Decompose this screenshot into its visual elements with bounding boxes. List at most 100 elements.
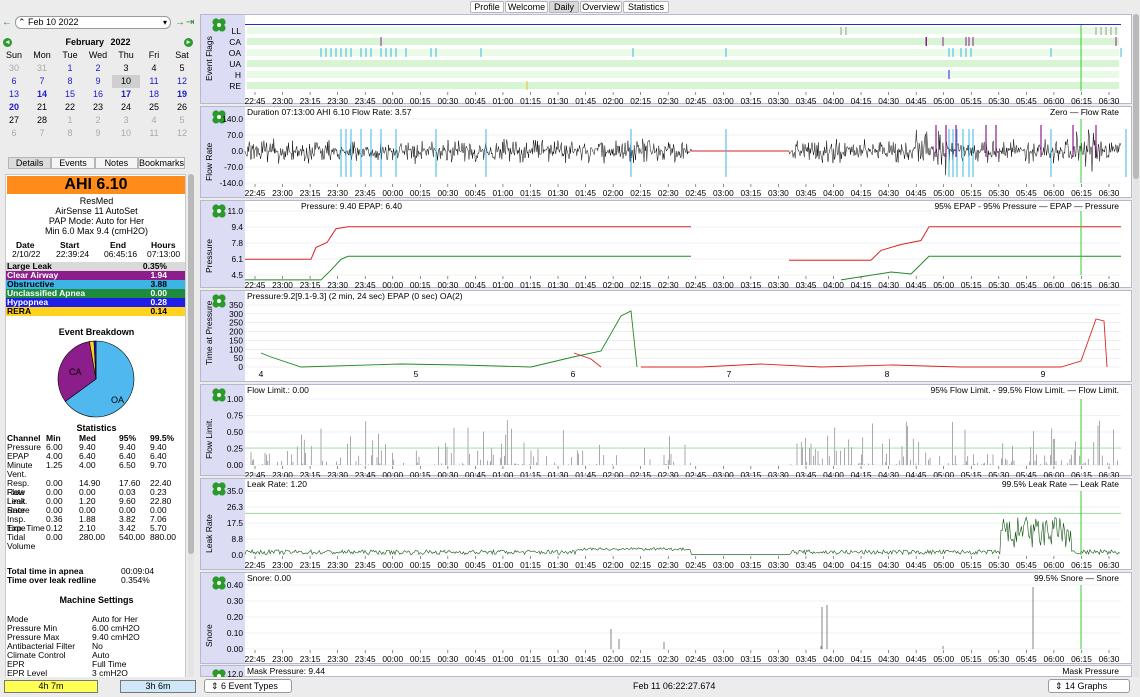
graph-scrollbar-thumb[interactable] — [1133, 14, 1139, 179]
time-tick-label: 04:15 — [851, 470, 872, 477]
calendar-day[interactable]: 15 — [56, 88, 84, 101]
time-tick-label: 05:45 — [1016, 96, 1037, 105]
y-tick-label: 7.8 — [231, 238, 243, 248]
time-tick-label: 03:00 — [713, 96, 734, 105]
calendar-day[interactable]: 3 — [112, 114, 140, 127]
calendar-day[interactable]: 17 — [112, 88, 140, 101]
graph-flags[interactable]: LL CA OA UA H RE 22:45 23:00 23:15 23:30 23:45 00:0… — [200, 14, 1132, 105]
graph-tap[interactable]: 350 300 250 200 150 100 50 0 4 5 6 7 8 9 Time at Press… — [200, 290, 1132, 382]
calendar-header: ◂ February 2022 ▸ — [0, 36, 196, 49]
time-tick-label: 03:30 — [768, 188, 789, 198]
calendar-day[interactable]: 16 — [84, 88, 112, 101]
time-tick-label: 00:15 — [410, 96, 431, 105]
y-tick-label: 0.0 — [231, 146, 243, 156]
next-day-arrow-icon[interactable]: → — [175, 17, 185, 28]
calendar-day[interactable]: 19 — [168, 88, 196, 101]
tab-profile[interactable]: Profile — [470, 1, 504, 13]
calendar-day[interactable]: 5 — [168, 62, 196, 75]
calendar-day[interactable]: 11 — [140, 127, 168, 140]
calendar-day[interactable]: 8 — [56, 127, 84, 140]
graph-flow[interactable]: 140.0 70.0 0.0 -70.0 -140.0 22:45 23:00 23:15 23… — [200, 106, 1132, 198]
tab-overview[interactable]: Overview — [580, 1, 622, 13]
calendar-day[interactable]: 20 — [0, 101, 28, 114]
calendar-day[interactable]: 5 — [168, 114, 196, 127]
last-day-arrow-icon[interactable]: ⇥ — [186, 17, 194, 28]
time-tick-label: 02:45 — [685, 188, 706, 198]
calendar-day[interactable]: 31 — [28, 62, 56, 75]
prev-day-arrow-icon[interactable]: ← — [2, 17, 12, 28]
tab-details[interactable]: Details — [8, 157, 52, 169]
calendar-day[interactable]: 6 — [0, 75, 28, 88]
calendar-day[interactable]: 9 — [84, 127, 112, 140]
calendar-day[interactable]: 12 — [168, 75, 196, 88]
calendar-day[interactable]: 25 — [140, 101, 168, 114]
time-tick-label: 00:00 — [382, 560, 403, 570]
time-tick-label: 05:30 — [988, 560, 1009, 570]
time-tick-label: 02:30 — [658, 188, 679, 198]
graph-leak[interactable]: 35.0 26.3 17.5 8.8 0.0 22:45 23:00 23:15 23:30 23… — [200, 478, 1132, 570]
graph-scrollbar[interactable] — [1133, 14, 1139, 677]
calendar-day[interactable]: 21 — [28, 101, 56, 114]
calendar-day[interactable]: 23 — [84, 101, 112, 114]
time-tick-label: 05:15 — [961, 560, 982, 570]
calendar-day[interactable]: 30 — [0, 62, 28, 75]
tab-statistics[interactable]: Statistics — [623, 1, 669, 13]
flag-row-band — [247, 71, 1119, 78]
left-scrollbar[interactable] — [188, 174, 194, 692]
time-tick-label: 00:30 — [437, 280, 458, 289]
calendar-day[interactable]: 26 — [168, 101, 196, 114]
graph-flowlimit[interactable]: 1.00 0.75 0.50 0.25 0.00 22:45 23:00 23:15 23:30… — [200, 384, 1132, 477]
next-month-icon[interactable]: ▸ — [184, 38, 193, 47]
graph-pressure[interactable]: 11.0 9.4 7.8 6.1 4.5 22:45 23:00 23:15 23:30 23:4… — [200, 200, 1132, 289]
calendar-day[interactable]: 10 — [112, 127, 140, 140]
event-row[interactable]: RERA 0.14 — [6, 307, 185, 316]
prev-month-icon[interactable]: ◂ — [3, 38, 12, 47]
calendar-day[interactable]: 4 — [140, 114, 168, 127]
calendar-day[interactable]: 8 — [56, 75, 84, 88]
calendar-day[interactable]: 22 — [56, 101, 84, 114]
chevron-up-icon[interactable]: ⌃ — [18, 17, 26, 28]
calendar-day[interactable]: 27 — [0, 114, 28, 127]
calendar-day[interactable]: 11 — [140, 75, 168, 88]
calendar-day[interactable]: 12 — [168, 127, 196, 140]
time-tick-label: 02:15 — [630, 560, 651, 570]
graphs-dropdown[interactable]: ⇕ 14 Graphs — [1048, 679, 1130, 693]
event-types-dropdown[interactable]: ⇕ 6 Event Types — [204, 679, 292, 693]
time-tick-label: 03:15 — [740, 654, 761, 664]
calendar-day[interactable]: 2 — [84, 62, 112, 75]
time-tick-label: 01:30 — [548, 470, 569, 477]
calendar-day[interactable]: 1 — [56, 62, 84, 75]
time-tick-label: 00:30 — [437, 470, 458, 477]
calendar-day[interactable]: 6 — [0, 127, 28, 140]
calendar-day[interactable]: 1 — [56, 114, 84, 127]
graph-snore[interactable]: 0.40 0.30 0.20 0.10 0.00 22:45 23:00 23:15 23:30… — [200, 572, 1132, 664]
date-picker-input[interactable]: ⌃ Feb 10 2022 ▾ — [15, 16, 171, 29]
graph-mask[interactable]: 12.0 Mask Pressure: 9.44 Mask Pressure — [200, 665, 1132, 683]
calendar-day[interactable]: 13 — [0, 88, 28, 101]
calendar-day[interactable]: 18 — [140, 88, 168, 101]
time-tick-label: 22:45 — [245, 560, 266, 570]
calendar-day[interactable]: 7 — [28, 75, 56, 88]
tab-bookmarks[interactable]: Bookmarks — [137, 157, 185, 169]
calendar-day[interactable]: 4 — [140, 62, 168, 75]
flag-row-label: RE — [229, 81, 241, 91]
left-scrollbar-thumb[interactable] — [188, 174, 194, 554]
chevron-icon: ⇕ — [211, 681, 222, 691]
calendar-day[interactable]: 2 — [84, 114, 112, 127]
chevron-down-icon[interactable]: ▾ — [163, 17, 167, 28]
time-tick-label: 01:00 — [493, 188, 514, 198]
calendar-day-selected[interactable]: 10 — [112, 75, 140, 88]
calendar-day[interactable]: 14 — [28, 88, 56, 101]
time-tick-label: 02:00 — [603, 560, 624, 570]
tab-notes[interactable]: Notes — [94, 157, 138, 169]
tab-daily[interactable]: Daily — [549, 1, 579, 13]
tab-welcome[interactable]: Welcome — [505, 1, 548, 13]
calendar-day[interactable]: 7 — [28, 127, 56, 140]
graphs-label: 14 Graphs — [1065, 681, 1108, 691]
calendar-day[interactable]: 3 — [112, 62, 140, 75]
time-tick-label: 05:30 — [988, 96, 1009, 105]
calendar-day[interactable]: 28 — [28, 114, 56, 127]
calendar-day[interactable]: 9 — [84, 75, 112, 88]
calendar-day[interactable]: 24 — [112, 101, 140, 114]
tab-events[interactable]: Events — [51, 157, 95, 169]
